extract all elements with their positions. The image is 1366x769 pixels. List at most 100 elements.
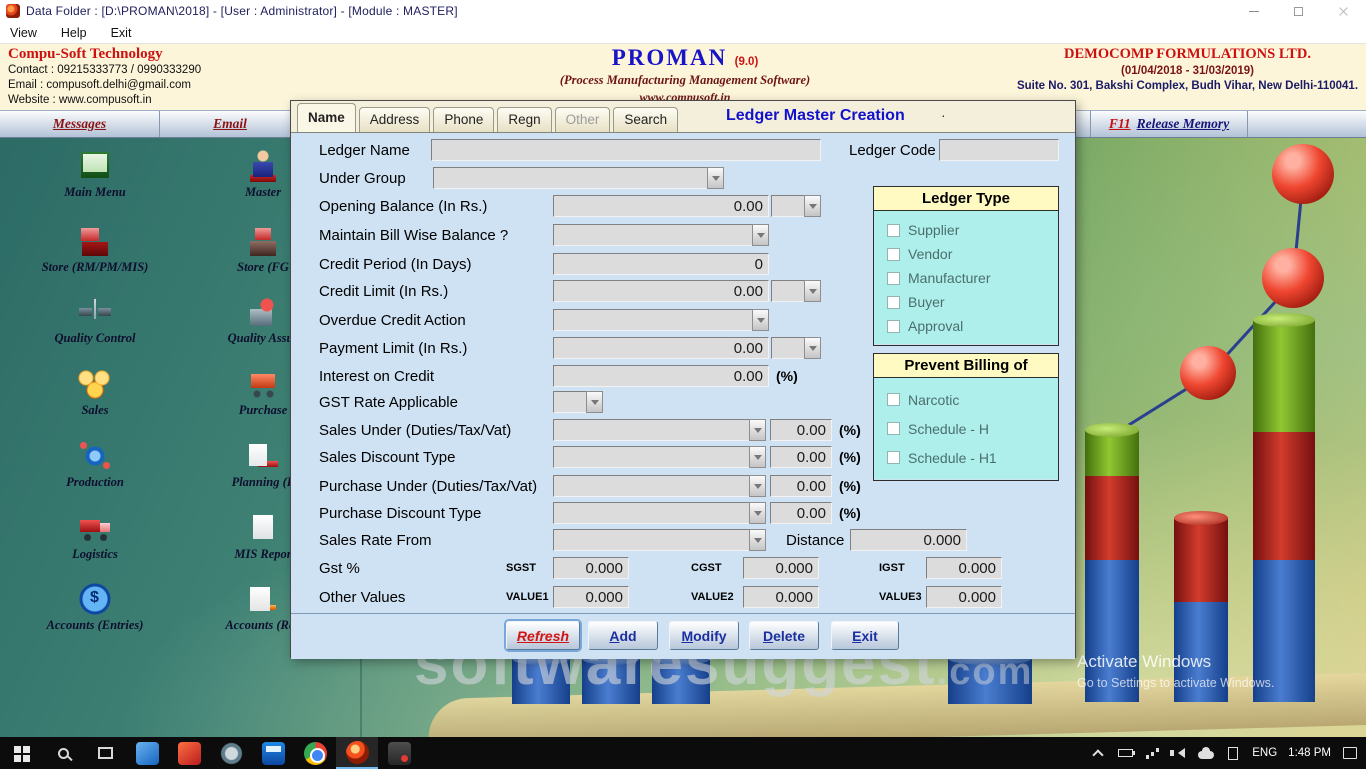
sales-rate-from-select[interactable] (553, 529, 766, 551)
taskbar-app-4[interactable] (252, 737, 294, 769)
tab-regn[interactable]: Regn (497, 107, 551, 132)
clock[interactable]: 1:48 PM (1288, 747, 1331, 759)
row-other-values: Other Values VALUE1 0.000 VALUE2 0.000 V… (319, 585, 1002, 609)
taskbar-app-proman-active[interactable] (336, 737, 378, 769)
ledger-type-panel: Ledger Type Supplier Vendor Manufacturer (873, 186, 1059, 346)
onedrive-status[interactable] (1198, 745, 1214, 761)
bar-segment-red (1085, 476, 1139, 560)
system-tray: ENG 1:48 PM (1090, 745, 1366, 761)
maintain-bill-select[interactable] (553, 224, 769, 246)
checkbox-supplier[interactable] (887, 224, 900, 237)
chevron-down-icon (752, 224, 769, 246)
checkbox-vendor[interactable] (887, 248, 900, 261)
dialog-button-bar: Refresh Add Modify Delete Exit (291, 613, 1075, 659)
checkbox-approval[interactable] (887, 320, 900, 333)
tab-search[interactable]: Search (613, 107, 678, 132)
sgst-input[interactable]: 0.000 (553, 557, 629, 579)
sales-under-select[interactable] (553, 419, 766, 441)
chevron-down-icon (749, 419, 766, 441)
checkbox-manufacturer[interactable] (887, 272, 900, 285)
release-memory-link[interactable]: F11 Release Memory (1090, 111, 1248, 137)
checkbox-schedule-h[interactable] (887, 422, 900, 435)
taskbar-app-3[interactable] (210, 737, 252, 769)
value2-input[interactable]: 0.000 (743, 586, 819, 608)
task-view-button[interactable] (84, 737, 126, 769)
dialog-title-dot: · (941, 107, 946, 123)
tab-phone[interactable]: Phone (433, 107, 494, 132)
payment-limit-drcr-select[interactable] (771, 337, 821, 359)
sales-under-pct-input[interactable]: 0.00 (770, 419, 832, 441)
tab-other[interactable]: Other (555, 107, 611, 132)
menu-view[interactable]: View (10, 26, 37, 40)
taskbar-app-chrome[interactable] (294, 737, 336, 769)
volume-status[interactable] (1171, 745, 1187, 761)
battery-status[interactable] (1117, 745, 1133, 761)
opening-balance-drcr-select[interactable] (771, 195, 821, 217)
messages-link[interactable]: Messages (0, 111, 160, 137)
modify-button[interactable]: Modify (669, 621, 739, 650)
minimize-button[interactable] (1231, 0, 1276, 22)
client-address: Suite No. 301, Bakshi Complex, Budh Viha… (1015, 80, 1360, 92)
cgst-input[interactable]: 0.000 (743, 557, 819, 579)
checkbox-schedule-h1[interactable] (887, 451, 900, 464)
tab-name[interactable]: Name (297, 103, 356, 132)
interest-credit-input[interactable]: 0.00 (553, 365, 769, 387)
opening-balance-input[interactable]: 0.00 (553, 195, 769, 217)
tray-overflow-button[interactable] (1090, 745, 1106, 761)
taskbar-app-5[interactable] (378, 737, 420, 769)
checkbox-buyer[interactable] (887, 296, 900, 309)
credit-limit-drcr-select[interactable] (771, 280, 821, 302)
chart-sphere (1180, 346, 1236, 400)
ledger-name-input[interactable] (431, 139, 821, 161)
notification-item[interactable] (1225, 745, 1241, 761)
credit-limit-input[interactable]: 0.00 (553, 280, 769, 302)
checkbox-narcotic[interactable] (887, 393, 900, 406)
taskbar-search-button[interactable] (42, 737, 84, 769)
menu-exit[interactable]: Exit (111, 26, 132, 40)
close-button[interactable] (1321, 0, 1366, 22)
sidebar-item-production[interactable]: Production (30, 440, 160, 490)
sales-discount-pct-input[interactable]: 0.00 (770, 446, 832, 468)
sidebar-item-store-rm-pm-mis[interactable]: Store (RM/PM/MIS) (30, 225, 160, 275)
menu-help[interactable]: Help (61, 26, 87, 40)
refresh-button[interactable]: Refresh (506, 621, 580, 650)
gst-rate-select[interactable] (553, 391, 603, 413)
payment-limit-input[interactable]: 0.00 (553, 337, 769, 359)
value1-input[interactable]: 0.000 (553, 586, 629, 608)
sidebar-item-sales[interactable]: Sales (30, 368, 160, 418)
value1-label: VALUE1 (506, 591, 553, 603)
start-button[interactable] (0, 737, 42, 769)
credit-period-input[interactable]: 0 (553, 253, 769, 275)
action-center-button[interactable] (1342, 745, 1358, 761)
sidebar-item-main-menu[interactable]: Main Menu (30, 150, 160, 200)
exit-button[interactable]: Exit (831, 621, 899, 650)
under-group-select[interactable] (433, 167, 724, 189)
language-indicator[interactable]: ENG (1252, 747, 1277, 759)
taskbar-app-2[interactable] (168, 737, 210, 769)
maximize-button[interactable] (1276, 0, 1321, 22)
email-link[interactable]: Email (160, 111, 301, 137)
bar-cap (1253, 313, 1315, 327)
minimize-icon (1249, 11, 1259, 12)
sidebar-item-logistics[interactable]: Logistics (30, 512, 160, 562)
app-icon[interactable] (6, 4, 20, 18)
purchase-under-pct-input[interactable]: 0.00 (770, 475, 832, 497)
purchase-discount-select[interactable] (553, 502, 766, 524)
network-status[interactable] (1144, 745, 1160, 761)
sidebar-item-accounts-entries[interactable]: Accounts (Entries) (30, 583, 160, 633)
accounts-entries-icon (78, 583, 112, 615)
overdue-action-select[interactable] (553, 309, 769, 331)
ledger-code-input[interactable] (939, 139, 1059, 161)
taskbar-app-1[interactable] (126, 737, 168, 769)
value3-input[interactable]: 0.000 (926, 586, 1002, 608)
purchase-discount-pct-input[interactable]: 0.00 (770, 502, 832, 524)
delete-button[interactable]: Delete (749, 621, 819, 650)
tab-address[interactable]: Address (359, 107, 431, 132)
sales-discount-select[interactable] (553, 446, 766, 468)
sales-rate-from-label: Sales Rate From (319, 532, 553, 549)
sidebar-item-quality-control[interactable]: Quality Control (30, 296, 160, 346)
add-button[interactable]: Add (588, 621, 658, 650)
purchase-under-select[interactable] (553, 475, 766, 497)
maximize-icon (1294, 7, 1303, 16)
distance-input[interactable]: 0.000 (850, 529, 967, 551)
